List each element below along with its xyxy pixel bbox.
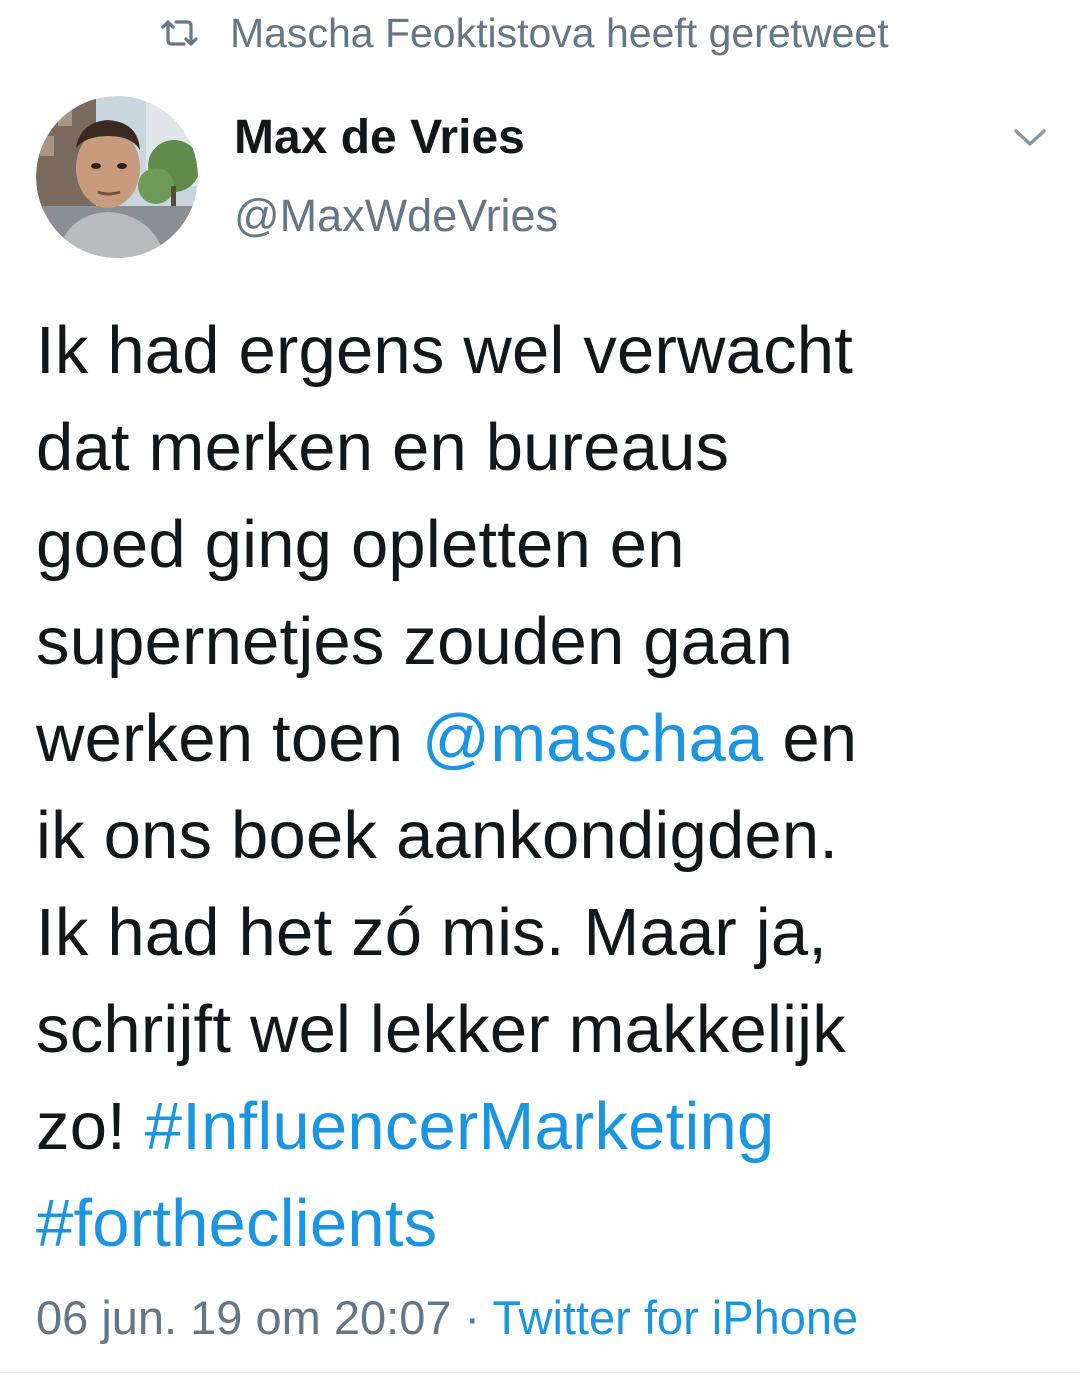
tweet-timestamp[interactable]: 06 jun. 19 om 20:07 bbox=[36, 1291, 451, 1344]
tweet-text-segment: supernetjes zouden gaan bbox=[36, 604, 794, 679]
tweet-line: Ik had ergens wel verwacht bbox=[36, 302, 1036, 399]
avatar-photo bbox=[36, 96, 198, 258]
tweet-text-segment: Ik had het zó mis. Maar ja, bbox=[36, 895, 828, 970]
tweet-line: #fortheclients bbox=[36, 1175, 1036, 1272]
tweet-line: schrijft wel lekker makkelijk bbox=[36, 981, 1036, 1078]
tweet-line: goed ging opletten en bbox=[36, 496, 1036, 593]
divider bbox=[0, 1372, 1080, 1373]
tweet-text-segment: en bbox=[763, 701, 858, 776]
tweet-text: Ik had ergens wel verwacht dat merken en … bbox=[36, 302, 1036, 1272]
tweet-source-link[interactable]: Twitter for iPhone bbox=[492, 1291, 858, 1344]
tweet-text-segment: werken toen bbox=[36, 701, 423, 776]
tweet-meta: 06 jun. 19 om 20:07 · Twitter for iPhone bbox=[36, 1290, 858, 1345]
hashtag-link[interactable]: #InfluencerMarketing bbox=[145, 1089, 775, 1164]
author-handle[interactable]: @MaxWdeVries bbox=[234, 190, 558, 242]
tweet-line: werken toen @maschaa en bbox=[36, 690, 1036, 787]
tweet-text-segment: Ik had ergens wel verwacht bbox=[36, 313, 854, 388]
tweet-text-segment: schrijft wel lekker makkelijk bbox=[36, 992, 846, 1067]
tweet-line: supernetjes zouden gaan bbox=[36, 593, 1036, 690]
mention-link[interactable]: @maschaa bbox=[422, 701, 763, 776]
tweet-line: ik ons boek aankondigden. bbox=[36, 787, 1036, 884]
retweet-icon bbox=[160, 17, 200, 49]
hashtag-link[interactable]: #fortheclients bbox=[36, 1186, 437, 1261]
tweet-line: zo! #InfluencerMarketing bbox=[36, 1078, 1036, 1175]
tweet-text-segment: zo! bbox=[36, 1089, 145, 1164]
tweet-line: Ik had het zó mis. Maar ja, bbox=[36, 884, 1036, 981]
tweet-text-segment: ik ons boek aankondigden. bbox=[36, 798, 839, 873]
retweet-label: Mascha Feoktistova heeft geretweet bbox=[230, 9, 889, 56]
tweet-line: dat merken en bureaus bbox=[36, 399, 1036, 496]
author-name[interactable]: Max de Vries bbox=[234, 110, 525, 165]
tweet-text-segment: dat merken en bureaus bbox=[36, 410, 730, 485]
chevron-down-icon[interactable] bbox=[1008, 120, 1052, 156]
retweet-context[interactable]: Mascha Feoktistova heeft geretweet bbox=[160, 8, 889, 58]
avatar[interactable] bbox=[36, 96, 198, 258]
tweet-text-segment: goed ging opletten en bbox=[36, 507, 685, 582]
meta-separator: · bbox=[451, 1291, 493, 1344]
